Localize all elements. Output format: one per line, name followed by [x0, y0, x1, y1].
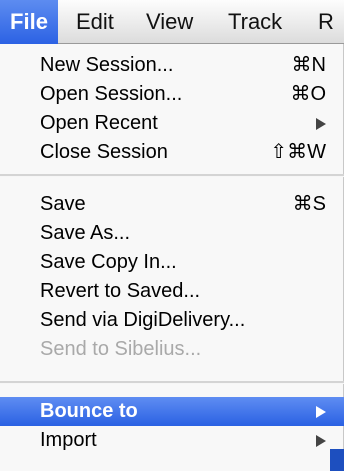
- menu-edit[interactable]: Edit: [76, 0, 114, 44]
- submenu-arrow-icon: [316, 118, 326, 130]
- menu-item-revert-to-saved[interactable]: Revert to Saved...: [0, 277, 344, 306]
- menu-item-save-as[interactable]: Save As...: [0, 219, 344, 248]
- submenu-arrow-icon: [316, 406, 326, 418]
- shortcut-label: ⌘S: [292, 193, 326, 215]
- menu-item-label: Save: [40, 193, 86, 215]
- menu-item-label: New Session...: [40, 54, 174, 76]
- menu-item-open-recent[interactable]: Open Recent: [0, 109, 344, 138]
- menu-item-label: Save As...: [40, 222, 131, 244]
- menu-file[interactable]: File: [0, 0, 58, 44]
- menu-item-label: Save Copy In...: [40, 251, 177, 273]
- menu-item-label: Open Session...: [40, 83, 183, 105]
- menu-item-label: Revert to Saved...: [40, 280, 201, 302]
- menu-item-close-session[interactable]: Close Session ⇧⌘W: [0, 138, 344, 167]
- menu-item-bounce-to[interactable]: Bounce to: [0, 397, 344, 426]
- shortcut-label: ⌘O: [290, 83, 326, 105]
- menu-view[interactable]: View: [146, 0, 193, 44]
- menu-separator: [0, 381, 344, 384]
- menu-item-send-via-digidelivery[interactable]: Send via DigiDelivery...: [0, 306, 344, 335]
- menu-item-label: Open Recent: [40, 112, 158, 134]
- submenu-arrow-icon: [316, 435, 326, 447]
- menu-item-save[interactable]: Save ⌘S: [0, 190, 344, 219]
- menu-item-label: Close Session: [40, 141, 168, 163]
- shortcut-label: ⌘N: [291, 54, 326, 76]
- menu-item-send-to-sibelius: Send to Sibelius...: [0, 335, 344, 364]
- menu-item-label: Send via DigiDelivery...: [40, 309, 246, 331]
- menu-r-truncated[interactable]: R: [318, 0, 334, 44]
- menu-item-label: Import: [40, 429, 97, 451]
- menu-item-save-copy-in[interactable]: Save Copy In...: [0, 248, 344, 277]
- shortcut-label: ⇧⌘W: [270, 141, 326, 163]
- menu-item-import[interactable]: Import: [0, 426, 344, 455]
- menu-item-label: Bounce to: [40, 400, 138, 422]
- menu-item-label: Send to Sibelius...: [40, 338, 202, 360]
- menu-separator: [0, 174, 344, 177]
- file-menu-dropdown: New Session... ⌘N Open Session... ⌘O Ope…: [0, 44, 344, 471]
- menu-item-open-session[interactable]: Open Session... ⌘O: [0, 80, 344, 109]
- menu-item-new-session[interactable]: New Session... ⌘N: [0, 51, 344, 80]
- menu-track[interactable]: Track: [228, 0, 282, 44]
- menu-bar: File Edit View Track R: [0, 0, 344, 44]
- background-window-corner: [330, 449, 344, 471]
